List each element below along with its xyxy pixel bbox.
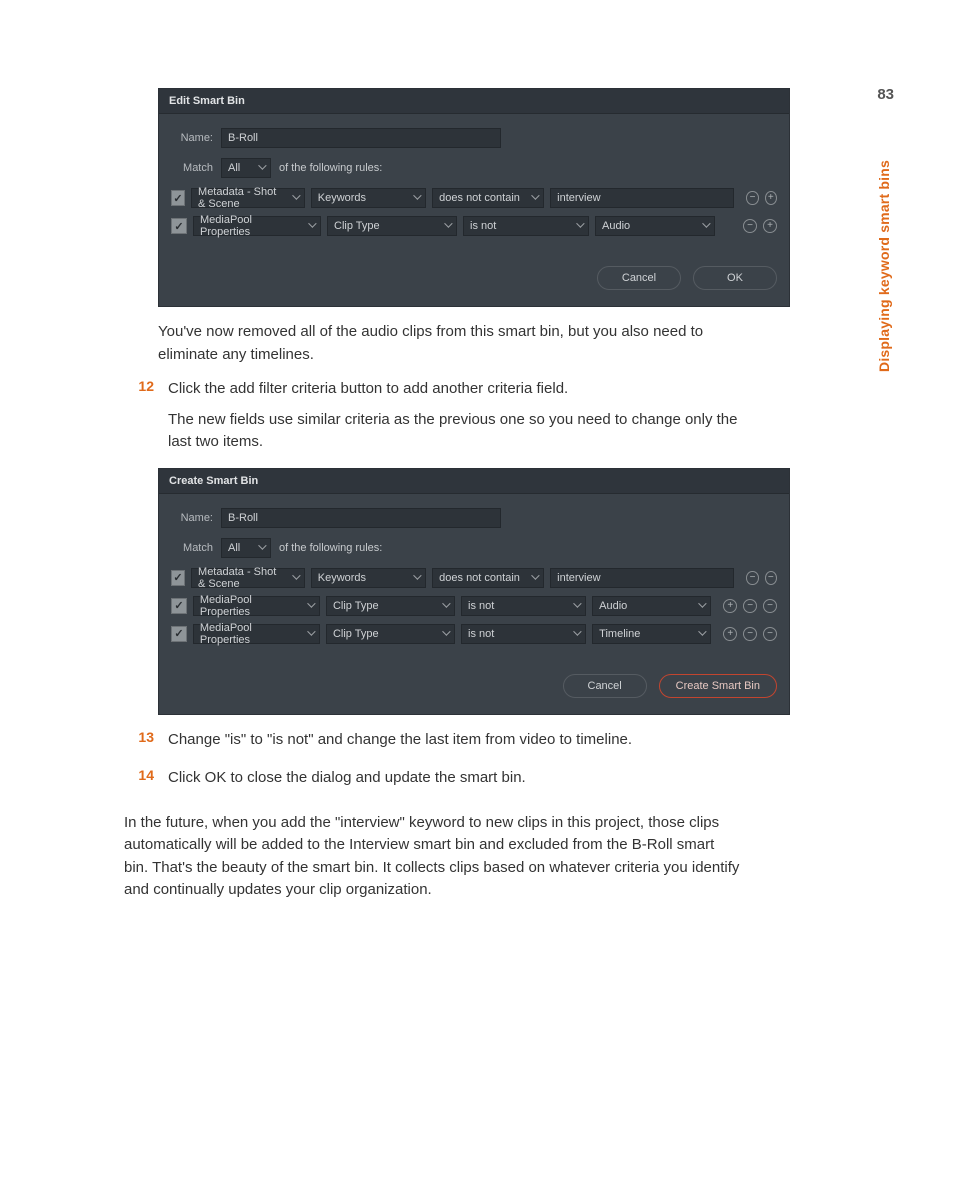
cancel-button[interactable]: Cancel (597, 266, 681, 290)
rule-row: ✓ MediaPool Properties Clip Type is not … (171, 624, 777, 644)
page-number: 83 (877, 86, 894, 103)
rule-value-select[interactable]: Audio (595, 216, 715, 236)
step-text: The new fields use similar criteria as t… (168, 409, 740, 454)
step-13: 13 Change "is" to "is not" and change th… (124, 729, 740, 760)
rule-operator-select[interactable]: does not contain (432, 568, 544, 588)
step-14: 14 Click OK to close the dialog and upda… (124, 767, 740, 798)
chevron-down-icon (413, 191, 421, 199)
match-label: Match (155, 542, 213, 554)
remove-rule-button[interactable]: − (765, 571, 777, 585)
chevron-down-icon (698, 599, 706, 607)
rule-operator-select[interactable]: is not (461, 624, 586, 644)
chevron-down-icon (307, 627, 315, 635)
chevron-down-icon (531, 571, 539, 579)
chevron-down-icon (413, 571, 421, 579)
remove-rule-button[interactable]: − (746, 191, 758, 205)
remove-rule-button[interactable]: − (763, 627, 777, 641)
chevron-down-icon (442, 627, 450, 635)
chevron-down-icon (258, 161, 266, 169)
add-rule-button[interactable]: + (723, 627, 737, 641)
body-text: You've now removed all of the audio clip… (158, 321, 740, 366)
edit-smart-bin-dialog: Edit Smart Bin Name: Match All of the fo… (158, 88, 790, 307)
rule-checkbox[interactable]: ✓ (171, 218, 187, 234)
chevron-down-icon (258, 541, 266, 549)
chevron-down-icon (531, 191, 539, 199)
remove-rule-button[interactable]: − (743, 599, 757, 613)
chevron-down-icon (573, 627, 581, 635)
rule-operator-select[interactable]: is not (463, 216, 589, 236)
rule-value-select[interactable]: Audio (592, 596, 711, 616)
add-rule-button[interactable]: + (763, 219, 777, 233)
rule-row: ✓ MediaPool Properties Clip Type is not … (171, 596, 777, 616)
rule-value-select[interactable]: Timeline (592, 624, 711, 644)
dialog-title: Create Smart Bin (159, 469, 789, 494)
step-number: 13 (124, 729, 154, 760)
remove-rule-button[interactable]: − (746, 571, 758, 585)
chevron-down-icon (576, 219, 584, 227)
rule-checkbox[interactable]: ✓ (171, 598, 187, 614)
chevron-down-icon (292, 191, 300, 199)
add-rule-button[interactable]: + (765, 191, 777, 205)
chevron-down-icon (698, 627, 706, 635)
rule-category-select[interactable]: Metadata - Shot & Scene (191, 568, 305, 588)
rule-operator-select[interactable]: is not (461, 596, 586, 616)
rule-row: ✓ Metadata - Shot & Scene Keywords does … (171, 188, 777, 208)
rule-value-input[interactable] (550, 188, 734, 208)
step-text: Click OK to close the dialog and update … (168, 767, 740, 790)
match-suffix: of the following rules: (279, 162, 382, 174)
rule-checkbox[interactable]: ✓ (171, 570, 185, 586)
remove-rule-button[interactable]: − (743, 627, 757, 641)
step-text: Change "is" to "is not" and change the l… (168, 729, 740, 752)
rule-value-input[interactable] (550, 568, 734, 588)
step-number: 12 (124, 378, 154, 462)
chevron-down-icon (573, 599, 581, 607)
dialog-title: Edit Smart Bin (159, 89, 789, 114)
name-label: Name: (171, 512, 213, 524)
rule-category-select[interactable]: Metadata - Shot & Scene (191, 188, 305, 208)
add-rule-button[interactable]: + (723, 599, 737, 613)
chevron-down-icon (702, 219, 710, 227)
cancel-button[interactable]: Cancel (563, 674, 647, 698)
chevron-down-icon (442, 599, 450, 607)
create-smart-bin-dialog: Create Smart Bin Name: Match All of the … (158, 468, 790, 715)
name-input[interactable] (221, 128, 501, 148)
match-label: Match (155, 162, 213, 174)
step-text: Click the add filter criteria button to … (168, 378, 740, 401)
step-12: 12 Click the add filter criteria button … (124, 378, 740, 462)
chevron-down-icon (307, 599, 315, 607)
chevron-down-icon (292, 571, 300, 579)
rule-field-select[interactable]: Keywords (311, 188, 426, 208)
rule-field-select[interactable]: Keywords (311, 568, 426, 588)
rule-field-select[interactable]: Clip Type (326, 624, 455, 644)
rule-operator-select[interactable]: does not contain (432, 188, 544, 208)
ok-button[interactable]: OK (693, 266, 777, 290)
side-section-label: Displaying keyword smart bins (876, 160, 892, 372)
match-select[interactable]: All (221, 538, 271, 558)
chevron-down-icon (308, 219, 316, 227)
step-number: 14 (124, 767, 154, 798)
rule-row: ✓ MediaPool Properties Clip Type is not … (171, 216, 777, 236)
rule-row: ✓ Metadata - Shot & Scene Keywords does … (171, 568, 777, 588)
remove-rule-button[interactable]: − (763, 599, 777, 613)
rule-category-select[interactable]: MediaPool Properties (193, 596, 320, 616)
match-select[interactable]: All (221, 158, 271, 178)
rule-field-select[interactable]: Clip Type (327, 216, 457, 236)
chevron-down-icon (444, 219, 452, 227)
rule-checkbox[interactable]: ✓ (171, 190, 185, 206)
rule-category-select[interactable]: MediaPool Properties (193, 216, 321, 236)
rule-field-select[interactable]: Clip Type (326, 596, 455, 616)
rule-checkbox[interactable]: ✓ (171, 626, 187, 642)
create-smart-bin-button[interactable]: Create Smart Bin (659, 674, 777, 698)
name-input[interactable] (221, 508, 501, 528)
match-suffix: of the following rules: (279, 542, 382, 554)
rule-category-select[interactable]: MediaPool Properties (193, 624, 320, 644)
remove-rule-button[interactable]: − (743, 219, 757, 233)
closing-paragraph: In the future, when you add the "intervi… (124, 812, 740, 902)
name-label: Name: (171, 132, 213, 144)
